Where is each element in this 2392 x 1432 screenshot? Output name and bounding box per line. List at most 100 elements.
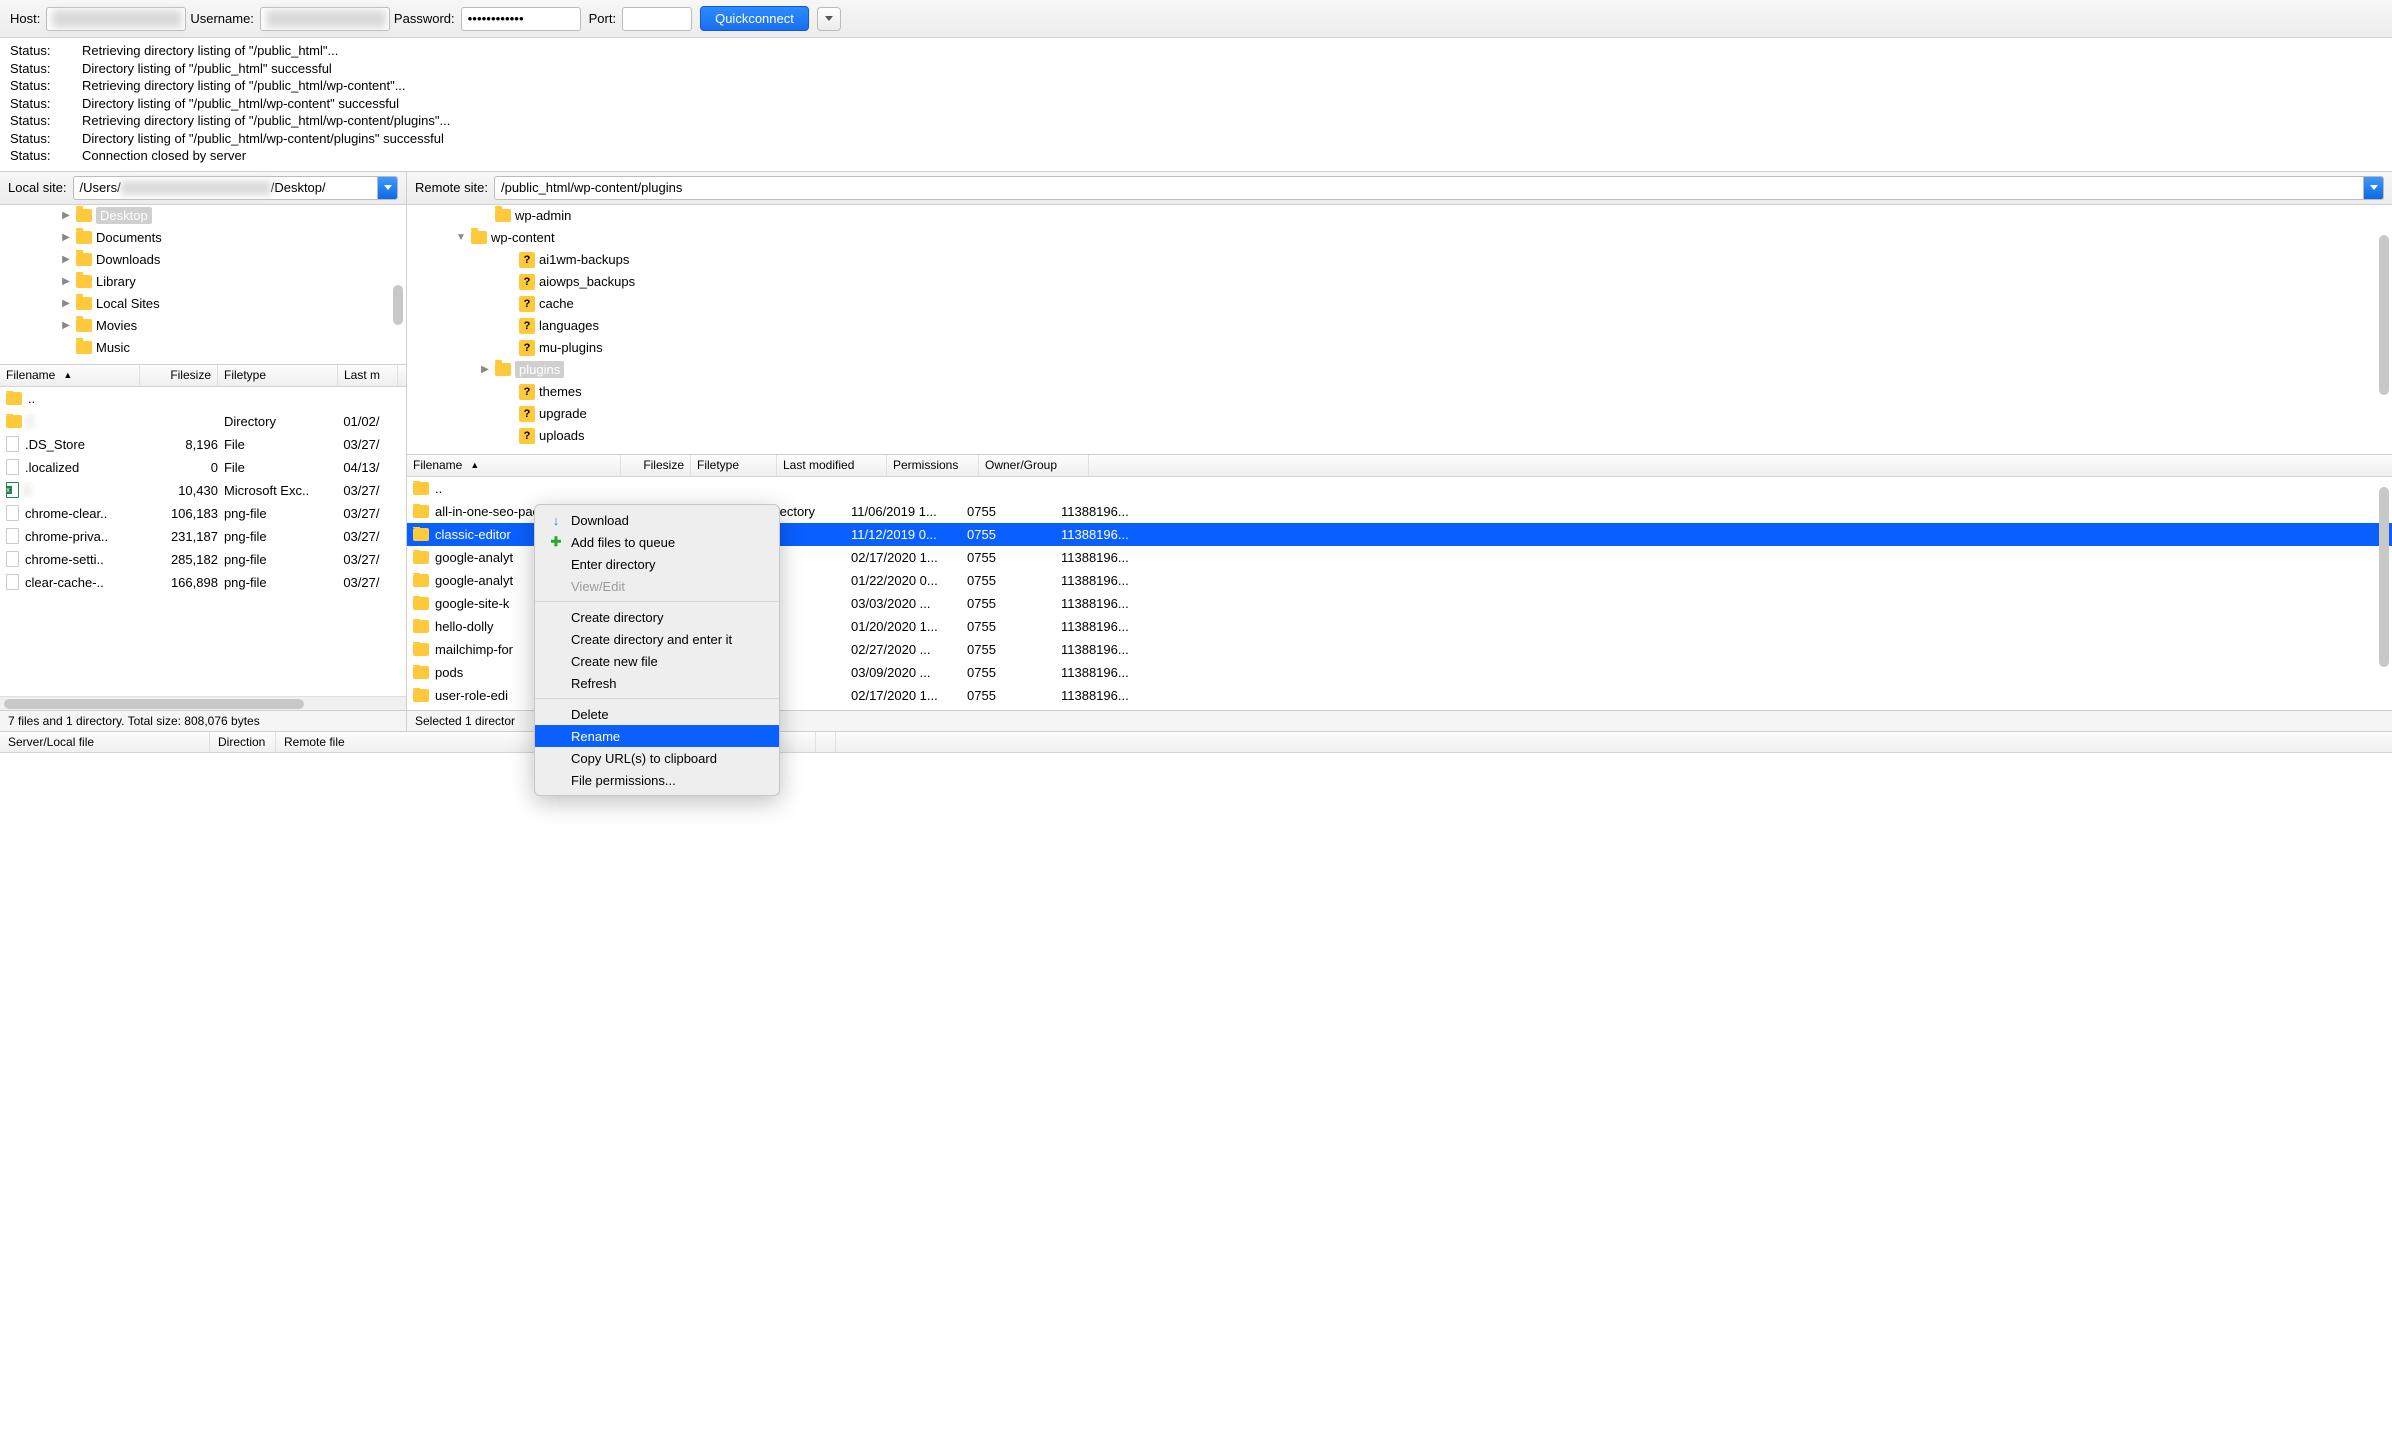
ctx-refresh[interactable]: Refresh	[535, 672, 779, 694]
folder-icon	[76, 275, 92, 288]
chevron-down-icon	[825, 16, 833, 21]
folder-icon	[413, 643, 429, 656]
folder-icon	[471, 231, 487, 244]
excel-icon	[6, 482, 19, 498]
tree-item[interactable]: ?languages	[407, 315, 2392, 337]
username-value-redacted	[266, 10, 386, 28]
ctx-add-queue[interactable]: ✚ Add files to queue	[535, 531, 779, 553]
file-row[interactable]: ..	[407, 477, 2392, 500]
folder-icon	[6, 392, 22, 405]
queue-header[interactable]: Server/Local file Direction Remote file	[0, 731, 2392, 753]
tree-item[interactable]: ▶Downloads	[0, 249, 406, 271]
file-row[interactable]: clear-cache-..166,898png-file03/27/	[0, 571, 406, 594]
folder-icon	[413, 620, 429, 633]
log-row: Status:Directory listing of "/public_htm…	[10, 60, 2382, 78]
ctx-download[interactable]: ↓ Download	[535, 509, 779, 531]
log-row: Status:Retrieving directory listing of "…	[10, 42, 2382, 60]
file-row[interactable]: 10,430Microsoft Exc..03/27/	[0, 479, 406, 502]
folder-icon	[413, 597, 429, 610]
tree-item[interactable]: ▶Local Sites	[0, 293, 406, 315]
file-row[interactable]: .localized0File04/13/	[0, 456, 406, 479]
chevron-down-icon	[384, 185, 392, 190]
local-site-label: Local site:	[8, 180, 67, 195]
tree-item[interactable]: ?ai1wm-backups	[407, 249, 2392, 271]
tree-item[interactable]: ?uploads	[407, 425, 2392, 447]
folder-icon	[495, 363, 511, 376]
remote-path-combo[interactable]	[494, 176, 2384, 200]
ctx-delete[interactable]: Delete	[535, 703, 779, 725]
file-icon	[6, 551, 19, 567]
ctx-create-dir-enter[interactable]: Create directory and enter it	[535, 628, 779, 650]
local-file-list[interactable]: .. Directory01/02/.DS_Store8,196File03/2…	[0, 387, 406, 696]
folder-icon	[76, 209, 92, 222]
port-label: Port:	[589, 7, 692, 31]
tree-item[interactable]: ▼wp-content	[407, 227, 2392, 249]
local-path-redacted	[121, 181, 271, 195]
log-row: Status:Retrieving directory listing of "…	[10, 112, 2382, 130]
tree-item[interactable]: ?themes	[407, 381, 2392, 403]
folder-icon	[76, 231, 92, 244]
folder-icon	[76, 319, 92, 332]
folder-icon	[6, 415, 22, 428]
folder-icon	[76, 341, 92, 354]
remote-path-dropdown[interactable]	[2363, 177, 2383, 199]
tree-item[interactable]: ▶Movies	[0, 315, 406, 337]
tree-item[interactable]: wp-admin	[407, 205, 2392, 227]
file-row[interactable]: .DS_Store8,196File03/27/	[0, 433, 406, 456]
tree-item[interactable]: ?upgrade	[407, 403, 2392, 425]
ctx-create-file[interactable]: Create new file	[535, 650, 779, 672]
ctx-file-perms[interactable]: File permissions...	[535, 769, 779, 791]
ctx-copy-url[interactable]: Copy URL(s) to clipboard	[535, 747, 779, 769]
unknown-folder-icon: ?	[519, 318, 535, 334]
remote-tree[interactable]: wp-admin▼wp-content?ai1wm-backups?aiowps…	[407, 205, 2392, 455]
quickconnect-toolbar: Host: Username: Password: Port: Quickcon…	[0, 0, 2392, 38]
folder-icon	[413, 689, 429, 702]
quickconnect-dropdown[interactable]	[817, 7, 841, 31]
file-row[interactable]: chrome-setti..285,182png-file03/27/	[0, 548, 406, 571]
file-icon	[6, 436, 19, 452]
unknown-folder-icon: ?	[519, 252, 535, 268]
remote-site-label: Remote site:	[415, 180, 488, 195]
tree-item[interactable]: ▶Documents	[0, 227, 406, 249]
tree-item[interactable]: ?mu-plugins	[407, 337, 2392, 359]
file-row[interactable]: ..	[0, 387, 406, 410]
file-icon	[6, 505, 19, 521]
log-row: Status:Directory listing of "/public_htm…	[10, 95, 2382, 113]
ctx-rename[interactable]: Rename	[535, 725, 779, 747]
folder-icon	[413, 666, 429, 679]
log-row: Status:Retrieving directory listing of "…	[10, 77, 2382, 95]
download-icon: ↓	[549, 513, 563, 528]
remote-list-header[interactable]: Filename▲ Filesize Filetype Last modifie…	[407, 455, 2392, 477]
remote-path-input[interactable]	[495, 180, 2363, 195]
file-row[interactable]: chrome-clear..106,183png-file03/27/	[0, 502, 406, 525]
ctx-enter-dir[interactable]: Enter directory	[535, 553, 779, 575]
tree-item[interactable]: ▶plugins	[407, 359, 2392, 381]
ctx-create-dir[interactable]: Create directory	[535, 606, 779, 628]
add-icon: ✚	[549, 534, 563, 550]
tree-item[interactable]: ?cache	[407, 293, 2392, 315]
tree-item[interactable]: ▶Library	[0, 271, 406, 293]
local-tree[interactable]: ▶Desktop▶Documents▶Downloads▶Library▶Loc…	[0, 205, 406, 365]
port-input[interactable]	[622, 7, 692, 31]
local-hscroll[interactable]	[0, 696, 406, 710]
password-input[interactable]	[461, 7, 581, 31]
unknown-folder-icon: ?	[519, 340, 535, 356]
local-path-combo[interactable]: /Users/ /Desktop/	[73, 176, 398, 200]
local-list-header[interactable]: Filename▲ Filesize Filetype Last m	[0, 365, 406, 387]
tree-item[interactable]: ?aiowps_backups	[407, 271, 2392, 293]
tree-item[interactable]: ▶Desktop	[0, 205, 406, 227]
queue-body[interactable]	[0, 753, 2392, 823]
file-row[interactable]: chrome-priva..231,187png-file03/27/	[0, 525, 406, 548]
folder-icon	[413, 574, 429, 587]
tree-item[interactable]: Music	[0, 337, 406, 359]
file-icon	[6, 528, 19, 544]
folder-icon	[76, 253, 92, 266]
chevron-down-icon	[2370, 185, 2378, 190]
menu-separator	[535, 698, 779, 699]
file-row[interactable]: Directory01/02/	[0, 410, 406, 433]
file-icon	[6, 574, 19, 590]
local-path-dropdown[interactable]	[377, 177, 397, 199]
folder-icon	[495, 209, 511, 222]
quickconnect-button[interactable]: Quickconnect	[700, 6, 809, 31]
folder-icon	[413, 551, 429, 564]
